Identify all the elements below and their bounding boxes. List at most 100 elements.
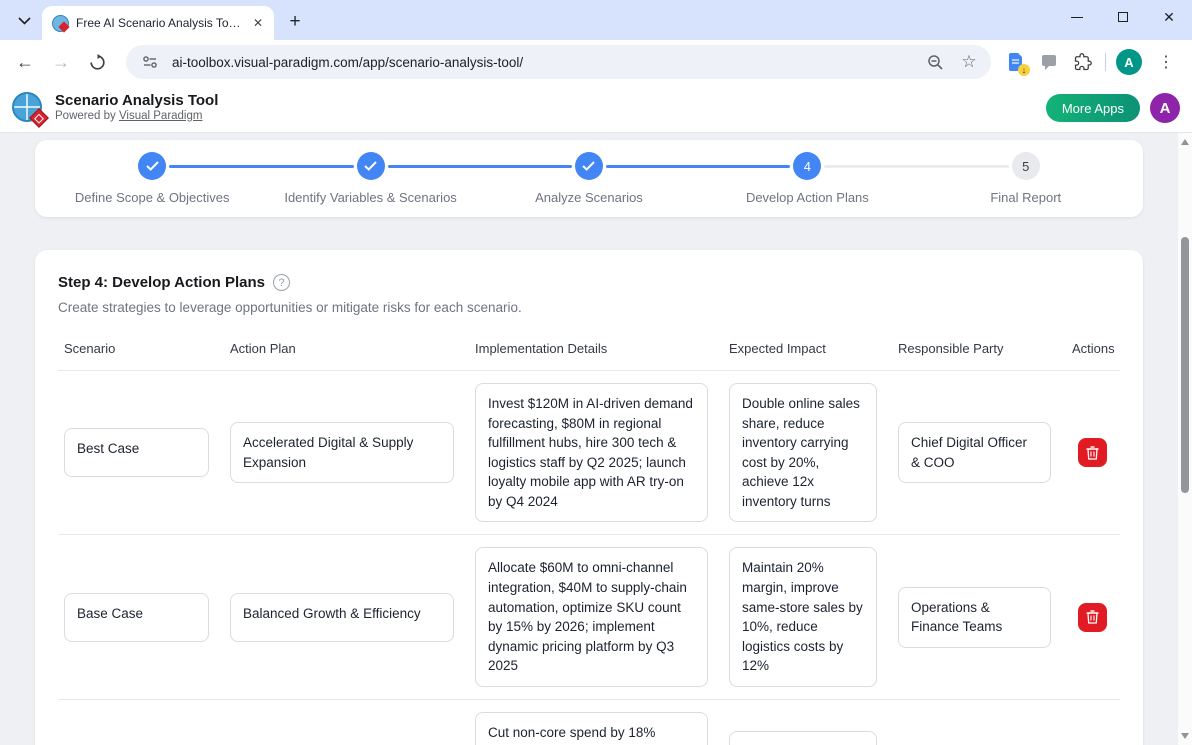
panel-title: Step 4: Develop Action Plans bbox=[58, 274, 265, 291]
browser-toolbar: ← → ai-toolbox.visual-paradigm.com/app/s… bbox=[0, 40, 1192, 84]
action-plan-input[interactable]: Balanced Growth & Efficiency bbox=[230, 593, 454, 642]
check-icon bbox=[364, 161, 377, 171]
implementation-details-input[interactable]: Cut non-core spend by 18% ($30M), renego… bbox=[475, 712, 708, 745]
responsible-party-input[interactable]: Chief Digital Officer & COO bbox=[898, 422, 1051, 483]
table-row: Base Case Balanced Growth & Efficiency A… bbox=[58, 534, 1120, 698]
url-text[interactable]: ai-toolbox.visual-paradigm.com/app/scena… bbox=[172, 55, 913, 70]
delete-row-button[interactable] bbox=[1078, 603, 1107, 632]
col-header-actions: Actions bbox=[1066, 341, 1120, 356]
delete-row-button[interactable] bbox=[1078, 438, 1107, 467]
stepper-connector-1 bbox=[169, 165, 353, 168]
expected-impact-input[interactable]: Preserve 15% margin, lower stockouts to … bbox=[729, 731, 877, 745]
extensions-area: ↓ A ⋮ bbox=[999, 49, 1184, 75]
col-header-expected-impact: Expected Impact bbox=[723, 341, 892, 356]
minimize-button[interactable] bbox=[1054, 0, 1100, 34]
stepper-connector-4 bbox=[824, 165, 1008, 168]
help-icon[interactable]: ? bbox=[273, 274, 290, 291]
step-3-label: Analyze Scenarios bbox=[535, 190, 643, 205]
maximize-icon bbox=[1118, 12, 1128, 22]
extensions-puzzle-icon[interactable] bbox=[1071, 50, 1095, 74]
download-doc-extension-icon[interactable]: ↓ bbox=[1003, 50, 1027, 74]
powered-by-prefix: Powered by bbox=[55, 110, 119, 122]
app-logo-icon bbox=[12, 92, 45, 125]
tab-favicon bbox=[52, 15, 69, 32]
step-4-label: Develop Action Plans bbox=[746, 190, 869, 205]
maximize-button[interactable] bbox=[1100, 0, 1146, 34]
trash-icon bbox=[1086, 610, 1099, 624]
action-plan-input[interactable]: Accelerated Digital & Supply Expansion bbox=[230, 422, 454, 483]
minimize-icon bbox=[1071, 17, 1083, 18]
address-bar[interactable]: ai-toolbox.visual-paradigm.com/app/scena… bbox=[126, 45, 991, 79]
expected-impact-input[interactable]: Double online sales share, reduce invent… bbox=[729, 383, 877, 522]
step-define-scope[interactable]: Define Scope & Objectives bbox=[43, 152, 261, 205]
trash-icon bbox=[1086, 446, 1099, 460]
col-header-scenario: Scenario bbox=[58, 341, 224, 356]
step-2-label: Identify Variables & Scenarios bbox=[284, 190, 456, 205]
scenario-input[interactable]: Base Case bbox=[64, 593, 209, 642]
step-develop-action-plans[interactable]: 4 Develop Action Plans bbox=[698, 152, 916, 205]
table-header-row: Scenario Action Plan Implementation Deta… bbox=[58, 341, 1120, 356]
expected-impact-input[interactable]: Maintain 20% margin, improve same-store … bbox=[729, 547, 877, 686]
close-icon: ✕ bbox=[1163, 10, 1175, 24]
page-scrollbar[interactable] bbox=[1178, 133, 1192, 745]
step-1-label: Define Scope & Objectives bbox=[75, 190, 230, 205]
check-icon bbox=[582, 161, 595, 171]
powered-by: Powered by Visual Paradigm bbox=[55, 110, 218, 124]
step-4-circle: 4 bbox=[793, 152, 821, 180]
browser-tab-strip: Free AI Scenario Analysis Tool - ✕ + ✕ bbox=[0, 0, 1192, 40]
tab-title: Free AI Scenario Analysis Tool - bbox=[76, 16, 243, 30]
panel-description: Create strategies to leverage opportunit… bbox=[58, 300, 1120, 315]
col-header-responsible-party: Responsible Party bbox=[892, 341, 1066, 356]
implementation-details-input[interactable]: Invest $120M in AI-driven demand forecas… bbox=[475, 383, 708, 522]
step-1-circle bbox=[138, 152, 166, 180]
app-title: Scenario Analysis Tool bbox=[55, 92, 218, 110]
reload-icon bbox=[89, 54, 106, 71]
browser-profile-avatar[interactable]: A bbox=[1116, 49, 1142, 75]
step-analyze-scenarios[interactable]: Analyze Scenarios bbox=[480, 152, 698, 205]
toolbar-separator bbox=[1105, 53, 1106, 71]
stepper-connector-3 bbox=[606, 165, 790, 168]
scenario-input[interactable]: Best Case bbox=[64, 428, 209, 477]
action-plans-table: Scenario Action Plan Implementation Deta… bbox=[58, 341, 1120, 745]
browser-menu-icon[interactable]: ⋮ bbox=[1152, 52, 1180, 72]
step-panel: Step 4: Develop Action Plans ? Create st… bbox=[35, 250, 1143, 745]
bookmark-star-icon[interactable]: ☆ bbox=[957, 50, 981, 74]
scroll-up-icon[interactable] bbox=[1178, 135, 1192, 149]
col-header-implementation-details: Implementation Details bbox=[469, 341, 723, 356]
table-row: Worst Case Cost-Conscious Resilience Cut… bbox=[58, 699, 1120, 745]
app-header: Scenario Analysis Tool Powered by Visual… bbox=[0, 84, 1192, 133]
stepper: Define Scope & Objectives Identify Varia… bbox=[43, 152, 1135, 205]
reload-button[interactable] bbox=[80, 45, 114, 79]
tab-close-icon[interactable]: ✕ bbox=[250, 15, 266, 31]
zoom-out-icon[interactable] bbox=[923, 50, 947, 74]
step-identify-variables[interactable]: Identify Variables & Scenarios bbox=[261, 152, 479, 205]
close-window-button[interactable]: ✕ bbox=[1146, 0, 1192, 34]
table-row: Best Case Accelerated Digital & Supply E… bbox=[58, 370, 1120, 534]
step-5-circle: 5 bbox=[1012, 152, 1040, 180]
scrollbar-thumb[interactable] bbox=[1181, 237, 1189, 493]
step-final-report[interactable]: 5 Final Report bbox=[917, 152, 1135, 205]
forward-button[interactable]: → bbox=[44, 45, 78, 79]
stepper-card: Define Scope & Objectives Identify Varia… bbox=[35, 140, 1143, 217]
chat-bubble-extension-icon[interactable] bbox=[1037, 50, 1061, 74]
site-settings-icon[interactable] bbox=[138, 50, 162, 74]
window-controls: ✕ bbox=[1054, 0, 1192, 34]
step-3-circle bbox=[575, 152, 603, 180]
back-button[interactable]: ← bbox=[8, 45, 42, 79]
browser-tab-active[interactable]: Free AI Scenario Analysis Tool - ✕ bbox=[42, 6, 274, 40]
col-header-action-plan: Action Plan bbox=[224, 341, 469, 356]
page-content: Define Scope & Objectives Identify Varia… bbox=[0, 133, 1192, 745]
stepper-connector-2 bbox=[388, 165, 572, 168]
check-icon bbox=[146, 161, 159, 171]
responsible-party-input[interactable]: Operations & Finance Teams bbox=[898, 587, 1051, 648]
step-2-circle bbox=[357, 152, 385, 180]
step-5-label: Final Report bbox=[990, 190, 1061, 205]
implementation-details-input[interactable]: Allocate $60M to omni-channel integratio… bbox=[475, 547, 708, 686]
scroll-down-icon[interactable] bbox=[1178, 729, 1192, 743]
new-tab-button[interactable]: + bbox=[282, 9, 308, 35]
tab-search-button[interactable] bbox=[10, 7, 38, 35]
chevron-down-icon bbox=[18, 17, 31, 25]
user-avatar[interactable]: A bbox=[1150, 93, 1180, 123]
more-apps-button[interactable]: More Apps bbox=[1046, 94, 1140, 122]
visual-paradigm-link[interactable]: Visual Paradigm bbox=[119, 110, 203, 122]
